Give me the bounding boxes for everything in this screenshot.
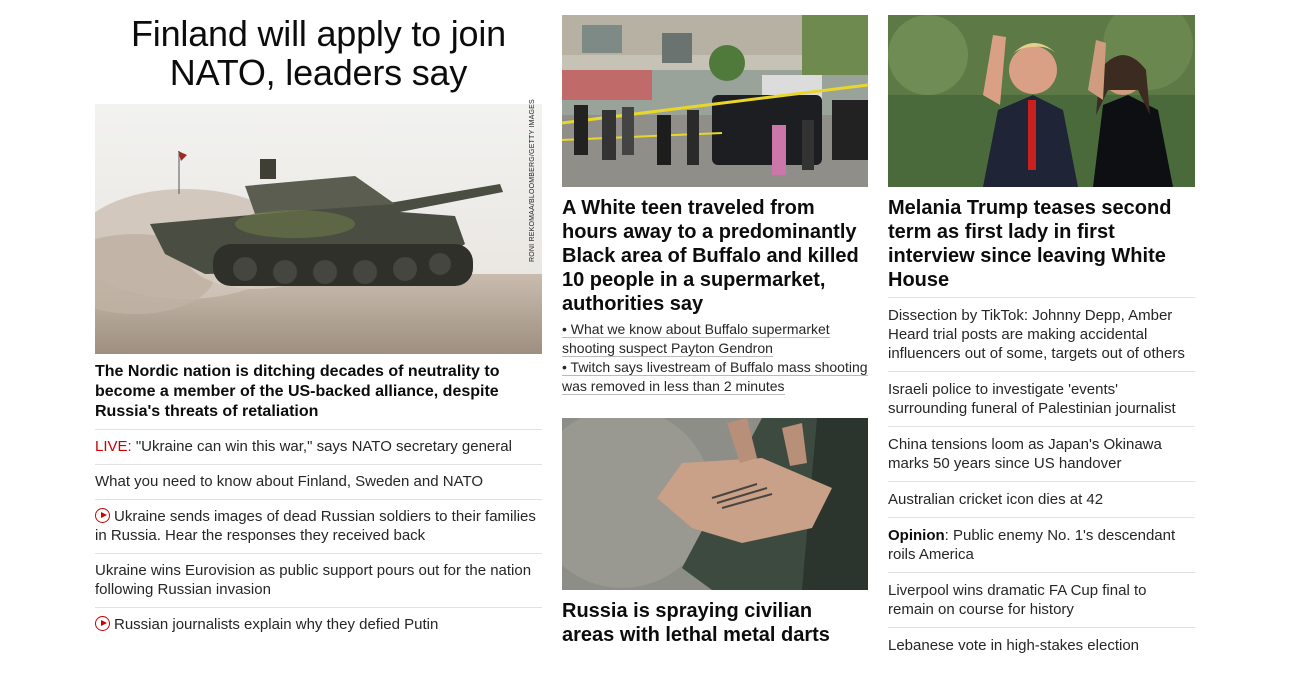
lead-summary[interactable]: The Nordic nation is ditching decades of… (95, 362, 542, 422)
story-link[interactable]: China tensions loom as Japan's Okinawa m… (888, 426, 1195, 481)
story-link[interactable]: Australian cricket icon dies at 42 (888, 481, 1195, 517)
darts-image[interactable] (562, 418, 868, 590)
related-link-text: Ukraine sends images of dead Russian sol… (95, 508, 536, 544)
play-icon (95, 508, 110, 523)
story-link[interactable]: Dissection by TikTok: Johnny Depp, Amber… (888, 297, 1195, 371)
play-icon (95, 616, 110, 631)
buffalo-related-links: • What we know about Buffalo supermarket… (562, 320, 868, 396)
opinion-label: Opinion (888, 527, 945, 544)
related-link[interactable]: What you need to know about Finland, Swe… (95, 464, 542, 499)
opinion-story-link[interactable]: Opinion: Public enemy No. 1's descendant… (888, 517, 1195, 572)
bullet-link[interactable]: • Twitch says livestream of Buffalo mass… (562, 358, 868, 396)
related-video-link[interactable]: Russian journalists explain why they def… (95, 607, 542, 642)
live-label: LIVE: (95, 438, 132, 455)
lead-related-list: LIVE: "Ukraine can win this war," says N… (95, 429, 542, 642)
melania-headline[interactable]: Melania Trump teases second term as firs… (888, 196, 1195, 292)
story-link[interactable]: Lebanese vote in high-stakes election (888, 627, 1195, 663)
related-link-text: Russian journalists explain why they def… (114, 616, 439, 633)
related-link-text: "Ukraine can win this war," says NATO se… (131, 438, 512, 455)
bullet-link-text: • Twitch says livestream of Buffalo mass… (562, 359, 868, 395)
buffalo-headline[interactable]: A White teen traveled from hours away to… (562, 196, 868, 316)
image-credit: RONI REKOMAA/BLOOMBERG/GETTY IMAGES (529, 99, 536, 262)
melania-image[interactable] (888, 15, 1195, 187)
story-link-text: China tensions loom as Japan's Okinawa m… (888, 436, 1162, 472)
related-link-text: Ukraine wins Eurovision as public suppor… (95, 562, 532, 598)
story-link-text: Australian cricket icon dies at 42 (888, 491, 1104, 508)
story-link-text: Lebanese vote in high-stakes election (888, 637, 1140, 654)
story-link[interactable]: Israeli police to investigate 'events' s… (888, 371, 1195, 426)
lead-headline[interactable]: Finland will apply to join NATO, leaders… (95, 14, 542, 92)
top-stories-list: Dissection by TikTok: Johnny Depp, Amber… (888, 297, 1195, 663)
bullet-link-text: • What we know about Buffalo supermarket… (562, 321, 830, 357)
lead-image-tank[interactable] (95, 104, 542, 354)
story-link-text: Dissection by TikTok: Johnny Depp, Amber… (888, 307, 1185, 362)
story-link-text: Liverpool wins dramatic FA Cup final to … (888, 582, 1147, 618)
buffalo-image[interactable] (562, 15, 868, 187)
bullet-link[interactable]: • What we know about Buffalo supermarket… (562, 320, 868, 358)
story-link[interactable]: Liverpool wins dramatic FA Cup final to … (888, 572, 1195, 627)
darts-headline[interactable]: Russia is spraying civilian areas with l… (562, 599, 868, 647)
story-link-text: Israeli police to investigate 'events' s… (888, 381, 1176, 417)
related-link[interactable]: Ukraine wins Eurovision as public suppor… (95, 553, 542, 607)
related-link-text: What you need to know about Finland, Swe… (95, 473, 484, 490)
related-link-live[interactable]: LIVE: "Ukraine can win this war," says N… (95, 429, 542, 464)
related-video-link[interactable]: Ukraine sends images of dead Russian sol… (95, 499, 542, 553)
